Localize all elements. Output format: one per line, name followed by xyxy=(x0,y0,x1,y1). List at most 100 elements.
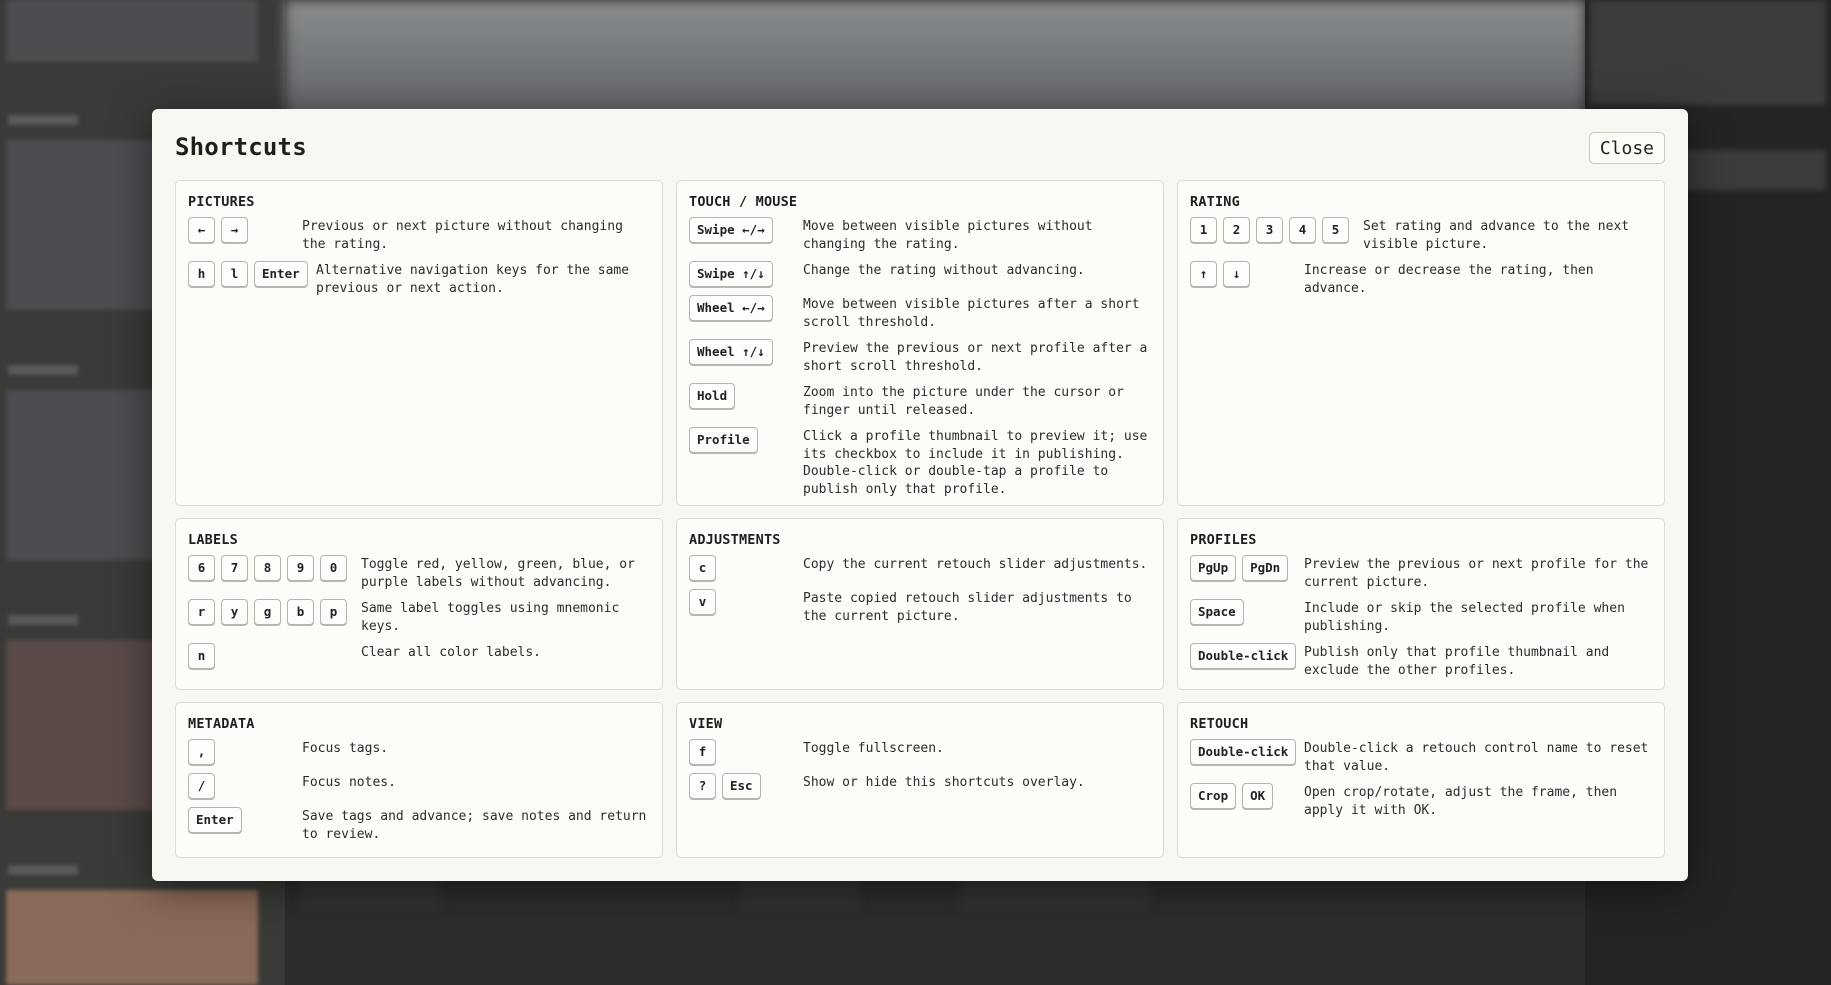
key-cap: PgDn xyxy=(1242,555,1289,581)
background-thumbnail xyxy=(6,890,258,985)
background-thumbnail xyxy=(6,0,258,62)
shortcut-keys: rygbp xyxy=(188,599,361,625)
key-cap: n xyxy=(188,643,215,669)
key-cap: g xyxy=(254,599,281,625)
shortcut-row: ? Esc Show or hide this shortcuts overlay. xyxy=(689,773,1151,799)
shortcut-keys: 67890 xyxy=(188,555,361,581)
background-strip xyxy=(740,880,860,910)
section-touch-mouse: TOUCH / MOUSE Swipe ←/→ Move between visib… xyxy=(676,180,1164,506)
key-cap: r xyxy=(188,599,215,625)
key-cap: Wheel ↑/↓ xyxy=(689,339,773,365)
background-strip xyxy=(300,880,440,910)
shortcut-keys: Swipe ↑/↓ xyxy=(689,261,803,287)
key-cap: Double-click xyxy=(1190,739,1297,765)
shortcut-description: Move between visible pictures without ch… xyxy=(803,219,1093,252)
shortcut-description: Paste copied retouch slider adjustments … xyxy=(803,591,1132,624)
shortcut-row: c Copy the current retouch slider adjustm… xyxy=(689,555,1151,581)
shortcut-row: h l Enter Alternative navigation keys for t… xyxy=(188,261,650,297)
key-cap: PgUp xyxy=(1190,555,1237,581)
key-cap: Wheel ←/→ xyxy=(689,295,773,321)
shortcut-description: Zoom into the picture under the cursor o… xyxy=(803,385,1124,418)
key-cap: , xyxy=(188,739,215,765)
shortcut-keys: ↑ ↓ xyxy=(1190,261,1304,287)
key-cap: 9 xyxy=(287,555,314,581)
key-cap: 6 xyxy=(188,555,215,581)
shortcut-row: Crop OK Open crop/rotate, adjust the frame… xyxy=(1190,783,1652,819)
shortcut-row: Double-click Double-click a retouch contr… xyxy=(1190,739,1652,775)
shortcut-keys: ? Esc xyxy=(689,773,803,799)
key-cap: Crop xyxy=(1190,783,1237,809)
section-title: RETOUCH xyxy=(1190,716,1249,732)
section-title: TOUCH / MOUSE xyxy=(689,194,798,210)
shortcut-description: Include or skip the selected profile whe… xyxy=(1304,601,1625,634)
key-cap: ↓ xyxy=(1223,261,1250,287)
shortcut-keys: Crop OK xyxy=(1190,783,1304,809)
section-pictures: PICTURES ← → Previous or next picture witho… xyxy=(175,180,663,506)
shortcut-row: / Focus notes. xyxy=(188,773,650,799)
key-cap: ↑ xyxy=(1190,261,1217,287)
shortcut-row: Double-click Publish only that profile th… xyxy=(1190,643,1652,679)
shortcut-description: Open crop/rotate, adjust the frame, then… xyxy=(1304,785,1618,818)
key-cap: b xyxy=(287,599,314,625)
shortcut-row: Wheel ↑/↓ Preview the previous or next pr… xyxy=(689,339,1151,375)
shortcut-description: Click a profile thumbnail to preview it;… xyxy=(803,429,1148,497)
key-cap: 4 xyxy=(1289,217,1316,243)
shortcut-keys: / xyxy=(188,773,302,799)
shortcut-description: Double-click a retouch control name to r… xyxy=(1304,741,1649,774)
key-cap: 3 xyxy=(1256,217,1283,243)
shortcut-row: 6 7 8 9 0 Toggle red, yellow, green, blue, or… xyxy=(188,555,650,591)
key-cap: l xyxy=(221,261,248,287)
shortcut-description: Change the rating without advancing. xyxy=(803,263,1085,278)
shortcut-keys: n xyxy=(188,643,361,669)
shortcut-keys: Hold xyxy=(689,383,803,409)
key-cap: → xyxy=(221,217,248,243)
background-label xyxy=(8,115,78,125)
shortcut-keys: Swipe ←/→ xyxy=(689,217,803,243)
shortcut-keys: Wheel ↑/↓ xyxy=(689,339,803,365)
shortcut-row: Hold Zoom into the picture under the curs… xyxy=(689,383,1151,419)
key-cap: ← xyxy=(188,217,215,243)
shortcut-keys: v xyxy=(689,589,803,615)
shortcut-description: Preview the previous or next profile for… xyxy=(1304,557,1649,590)
key-cap: c xyxy=(689,555,716,581)
section-title: LABELS xyxy=(188,532,238,548)
shortcut-row: Wheel ←/→ Move between visible pictures a… xyxy=(689,295,1151,331)
shortcut-row: Swipe ←/→ Move between visible pictures w… xyxy=(689,217,1151,253)
key-cap: f xyxy=(689,739,716,765)
section-title: METADATA xyxy=(188,716,255,732)
shortcut-keys: ← → xyxy=(188,217,302,243)
shortcut-description: Set rating and advance to the next visib… xyxy=(1363,219,1630,252)
key-cap: p xyxy=(320,599,347,625)
section-labels: LABELS 6 7 8 9 0 Toggle red, yellow, green, bl… xyxy=(175,518,663,690)
shortcut-row: , Focus tags. xyxy=(188,739,650,765)
shortcut-description: Toggle red, yellow, green, blue, or purp… xyxy=(361,557,635,590)
shortcut-row: ← → Previous or next picture without chang… xyxy=(188,217,650,253)
shortcut-row: Enter Save tags and advance; save notes a… xyxy=(188,807,650,843)
key-cap: Enter xyxy=(188,807,242,833)
section-title: PICTURES xyxy=(188,194,255,210)
section-title: ADJUSTMENTS xyxy=(689,532,781,548)
section-title: PROFILES xyxy=(1190,532,1257,548)
key-cap: Swipe ↑/↓ xyxy=(689,261,773,287)
key-cap: Profile xyxy=(689,427,758,453)
shortcut-description: Preview the previous or next profile aft… xyxy=(803,341,1148,374)
shortcut-keys: f xyxy=(689,739,803,765)
shortcut-description: Toggle fullscreen. xyxy=(803,741,944,756)
key-cap: ? xyxy=(689,773,716,799)
shortcut-description: Focus tags. xyxy=(302,741,389,756)
shortcut-description: Focus notes. xyxy=(302,775,396,790)
shortcut-row: Swipe ↑/↓ Change the rating without advan… xyxy=(689,261,1151,287)
shortcut-row: Space Include or skip the selected profil… xyxy=(1190,599,1652,635)
shortcut-row: f Toggle fullscreen. xyxy=(689,739,1151,765)
shortcut-row: PgUp PgDn Preview the previous or next pro… xyxy=(1190,555,1652,591)
key-cap: 8 xyxy=(254,555,281,581)
shortcut-keys: h l Enter xyxy=(188,261,316,287)
shortcut-description: Save tags and advance; save notes and re… xyxy=(302,809,647,842)
section-title: VIEW xyxy=(689,716,723,732)
key-cap: OK xyxy=(1242,783,1274,809)
shortcut-description: Move between visible pictures after a sh… xyxy=(803,297,1140,330)
close-button[interactable]: Close xyxy=(1588,132,1665,164)
shortcut-keys: Double-click xyxy=(1190,739,1304,765)
shortcut-row: 1 2 3 4 5 Set rating and advance to the next … xyxy=(1190,217,1652,253)
section-metadata: METADATA, Focus tags. / Focus notes. Enter Sa… xyxy=(175,702,663,858)
